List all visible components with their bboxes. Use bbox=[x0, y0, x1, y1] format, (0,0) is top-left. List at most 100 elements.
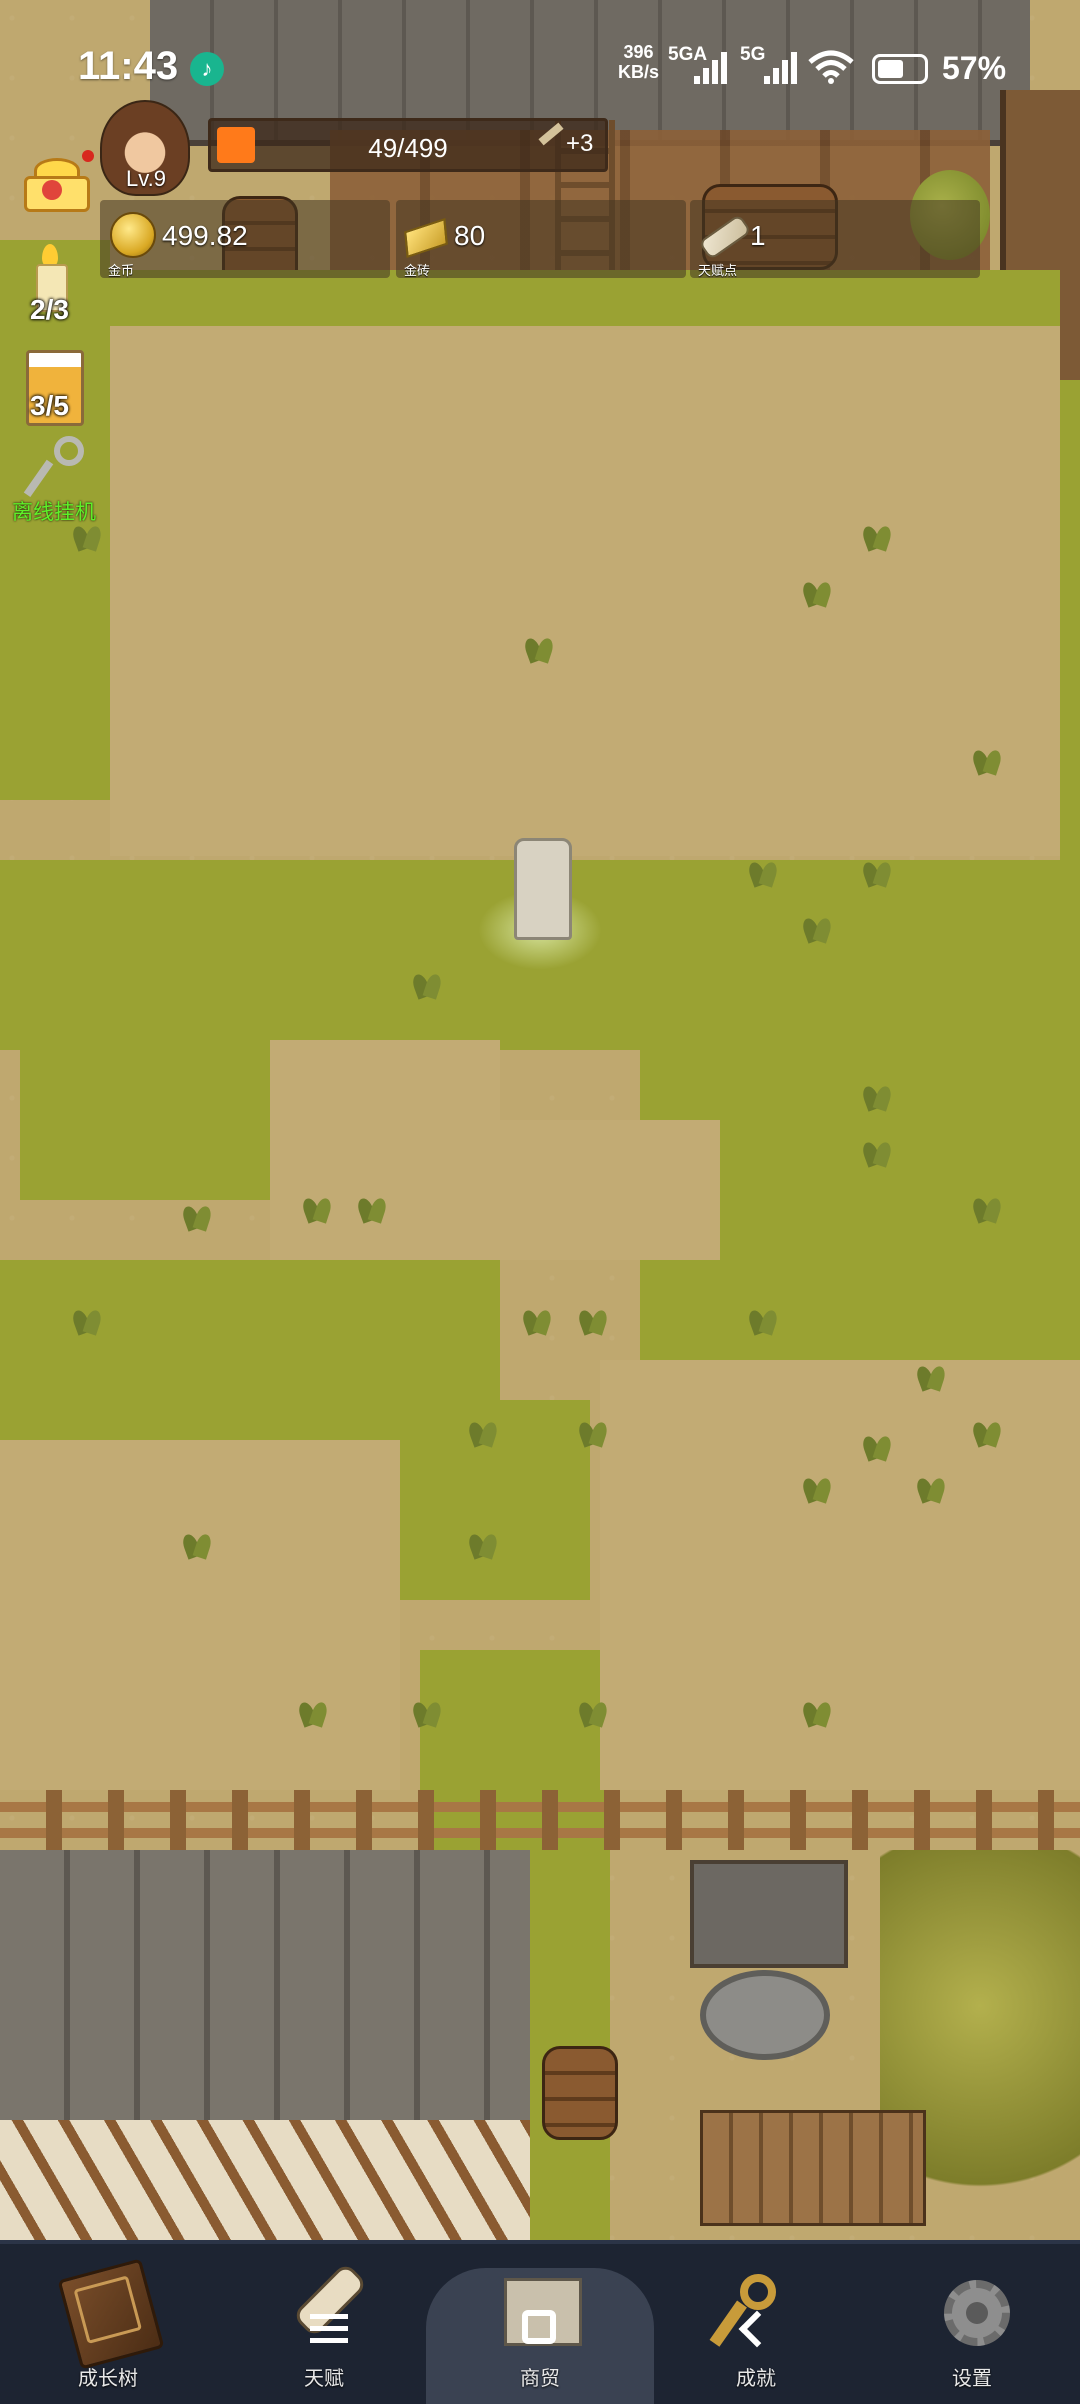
grass-tuft bbox=[520, 1304, 556, 1334]
grass-tuft bbox=[466, 1528, 502, 1558]
grass-tuft bbox=[576, 1696, 612, 1726]
grass-tuft bbox=[800, 576, 836, 606]
nav-label: 天赋 bbox=[304, 2368, 344, 2390]
gold-resource: 499.82 金币 bbox=[100, 200, 390, 278]
grass-right-edge bbox=[1060, 380, 1080, 880]
nav-label: 成长树 bbox=[78, 2368, 138, 2390]
gold-bar-caption: 金砖 bbox=[404, 263, 431, 278]
battery-fill bbox=[878, 60, 903, 78]
talent-points-value: 1 bbox=[750, 220, 766, 251]
gold-bar-value: 80 bbox=[454, 220, 486, 251]
grass-tuft bbox=[800, 912, 836, 942]
game-world[interactable] bbox=[0, 0, 1080, 2240]
nav-growth-tree[interactable]: 成长树 bbox=[0, 2244, 216, 2404]
grass-tuft bbox=[70, 1304, 106, 1334]
grass-tuft bbox=[180, 1200, 216, 1230]
gear-icon bbox=[922, 2268, 1022, 2358]
book-icon bbox=[57, 2258, 165, 2370]
dirt-top-field bbox=[110, 326, 1060, 856]
grass-tuft bbox=[746, 1304, 782, 1334]
nav-settings[interactable]: 设置 bbox=[864, 2244, 1080, 2404]
talent-points-caption: 天赋点 bbox=[698, 263, 738, 278]
grass-tuft bbox=[860, 1080, 896, 1110]
water-well[interactable] bbox=[690, 1860, 848, 2060]
coin-icon bbox=[110, 212, 156, 258]
signal-icon bbox=[762, 50, 802, 84]
grass-tuft bbox=[300, 1192, 336, 1222]
afk-label[interactable]: 离线挂机 bbox=[12, 496, 96, 526]
grass-tuft bbox=[410, 1696, 446, 1726]
wooden-fence bbox=[0, 1790, 1080, 1850]
clock: 11:43 bbox=[78, 44, 179, 88]
grass-tuft bbox=[466, 1416, 502, 1446]
talent-bonus-value: +3 bbox=[566, 130, 594, 157]
battery-icon bbox=[872, 54, 928, 84]
player-level: Lv.9 bbox=[126, 166, 166, 191]
bottom-house bbox=[0, 1850, 530, 2240]
grass-tuft bbox=[746, 856, 782, 886]
grass-tuft bbox=[522, 632, 558, 662]
home-square-icon bbox=[522, 2310, 556, 2344]
gold-value: 499.82 bbox=[162, 220, 248, 251]
nav-trade[interactable]: 商贸 bbox=[426, 2244, 654, 2404]
grass-tuft bbox=[296, 1696, 332, 1726]
well-roof bbox=[690, 1860, 848, 1968]
grass-tuft bbox=[970, 1416, 1006, 1446]
quill-icon bbox=[538, 122, 564, 146]
dirt-mid-center bbox=[500, 1120, 720, 1260]
talent-points-resource: 1 天赋点 bbox=[690, 200, 980, 278]
afk-key-button[interactable] bbox=[23, 436, 96, 502]
nav-label: 设置 bbox=[952, 2368, 992, 2390]
grass-tuft bbox=[914, 1360, 950, 1390]
nav-label: 成就 bbox=[736, 2368, 776, 2390]
grass-top-strip bbox=[90, 270, 1060, 326]
grass-tuft bbox=[914, 1472, 950, 1502]
grass-tuft bbox=[860, 1430, 896, 1460]
grass-tuft bbox=[860, 520, 896, 550]
dirt-lower-left bbox=[0, 1440, 400, 1790]
dirt-mid-left bbox=[270, 1040, 500, 1260]
nav-label: 商贸 bbox=[520, 2368, 560, 2390]
candle-count: 2/3 bbox=[30, 294, 69, 325]
wooden-cart bbox=[700, 2110, 926, 2226]
network-speed: 396 KB/s bbox=[618, 42, 659, 82]
grass-tuft bbox=[576, 1304, 612, 1334]
talent-bonus: +3 bbox=[538, 122, 602, 164]
grass-tuft bbox=[860, 856, 896, 886]
grass-tuft bbox=[410, 968, 446, 998]
menu-lines-icon bbox=[310, 2314, 348, 2344]
crown-button[interactable] bbox=[20, 158, 90, 212]
grass-left-block bbox=[20, 1040, 270, 1200]
music-app-icon: ♪ bbox=[190, 52, 224, 86]
nav-achievement[interactable]: 成就 bbox=[648, 2244, 864, 2404]
grass-tuft bbox=[180, 1528, 216, 1558]
grass-tuft bbox=[860, 1136, 896, 1166]
grass-tuft bbox=[355, 1192, 391, 1222]
grass-tuft bbox=[800, 1472, 836, 1502]
gold-bar-icon bbox=[404, 218, 448, 258]
beer-count: 3/5 bbox=[30, 390, 69, 421]
stone-spirit-npc[interactable] bbox=[514, 838, 572, 940]
map-icon bbox=[490, 2268, 590, 2358]
house-wall bbox=[0, 2120, 530, 2240]
dirt-lower-right bbox=[600, 1360, 1080, 1790]
grass-tuft bbox=[800, 1696, 836, 1726]
bottom-nav: 成长树 天赋 商贸 成就 设置 bbox=[0, 2240, 1080, 2404]
gold-caption: 金币 bbox=[108, 263, 135, 278]
barrel bbox=[542, 2046, 618, 2140]
nav-talent[interactable]: 天赋 bbox=[216, 2244, 432, 2404]
gold-bar-resource: 80 金砖 bbox=[396, 200, 686, 278]
signal-icon bbox=[692, 50, 732, 84]
back-chevron-icon bbox=[738, 2310, 776, 2348]
network-speed-unit: KB/s bbox=[618, 62, 660, 82]
well-base bbox=[700, 1970, 830, 2060]
scroll-icon bbox=[274, 2261, 374, 2358]
network-speed-value: 396 bbox=[623, 42, 654, 62]
grass-tuft bbox=[970, 744, 1006, 774]
key-icon bbox=[54, 436, 84, 466]
grass-tuft bbox=[970, 1192, 1006, 1222]
key-icon bbox=[706, 2268, 806, 2358]
grass-tuft bbox=[576, 1416, 612, 1446]
wifi-icon bbox=[808, 50, 854, 84]
battery-percent: 57% bbox=[942, 50, 1007, 86]
